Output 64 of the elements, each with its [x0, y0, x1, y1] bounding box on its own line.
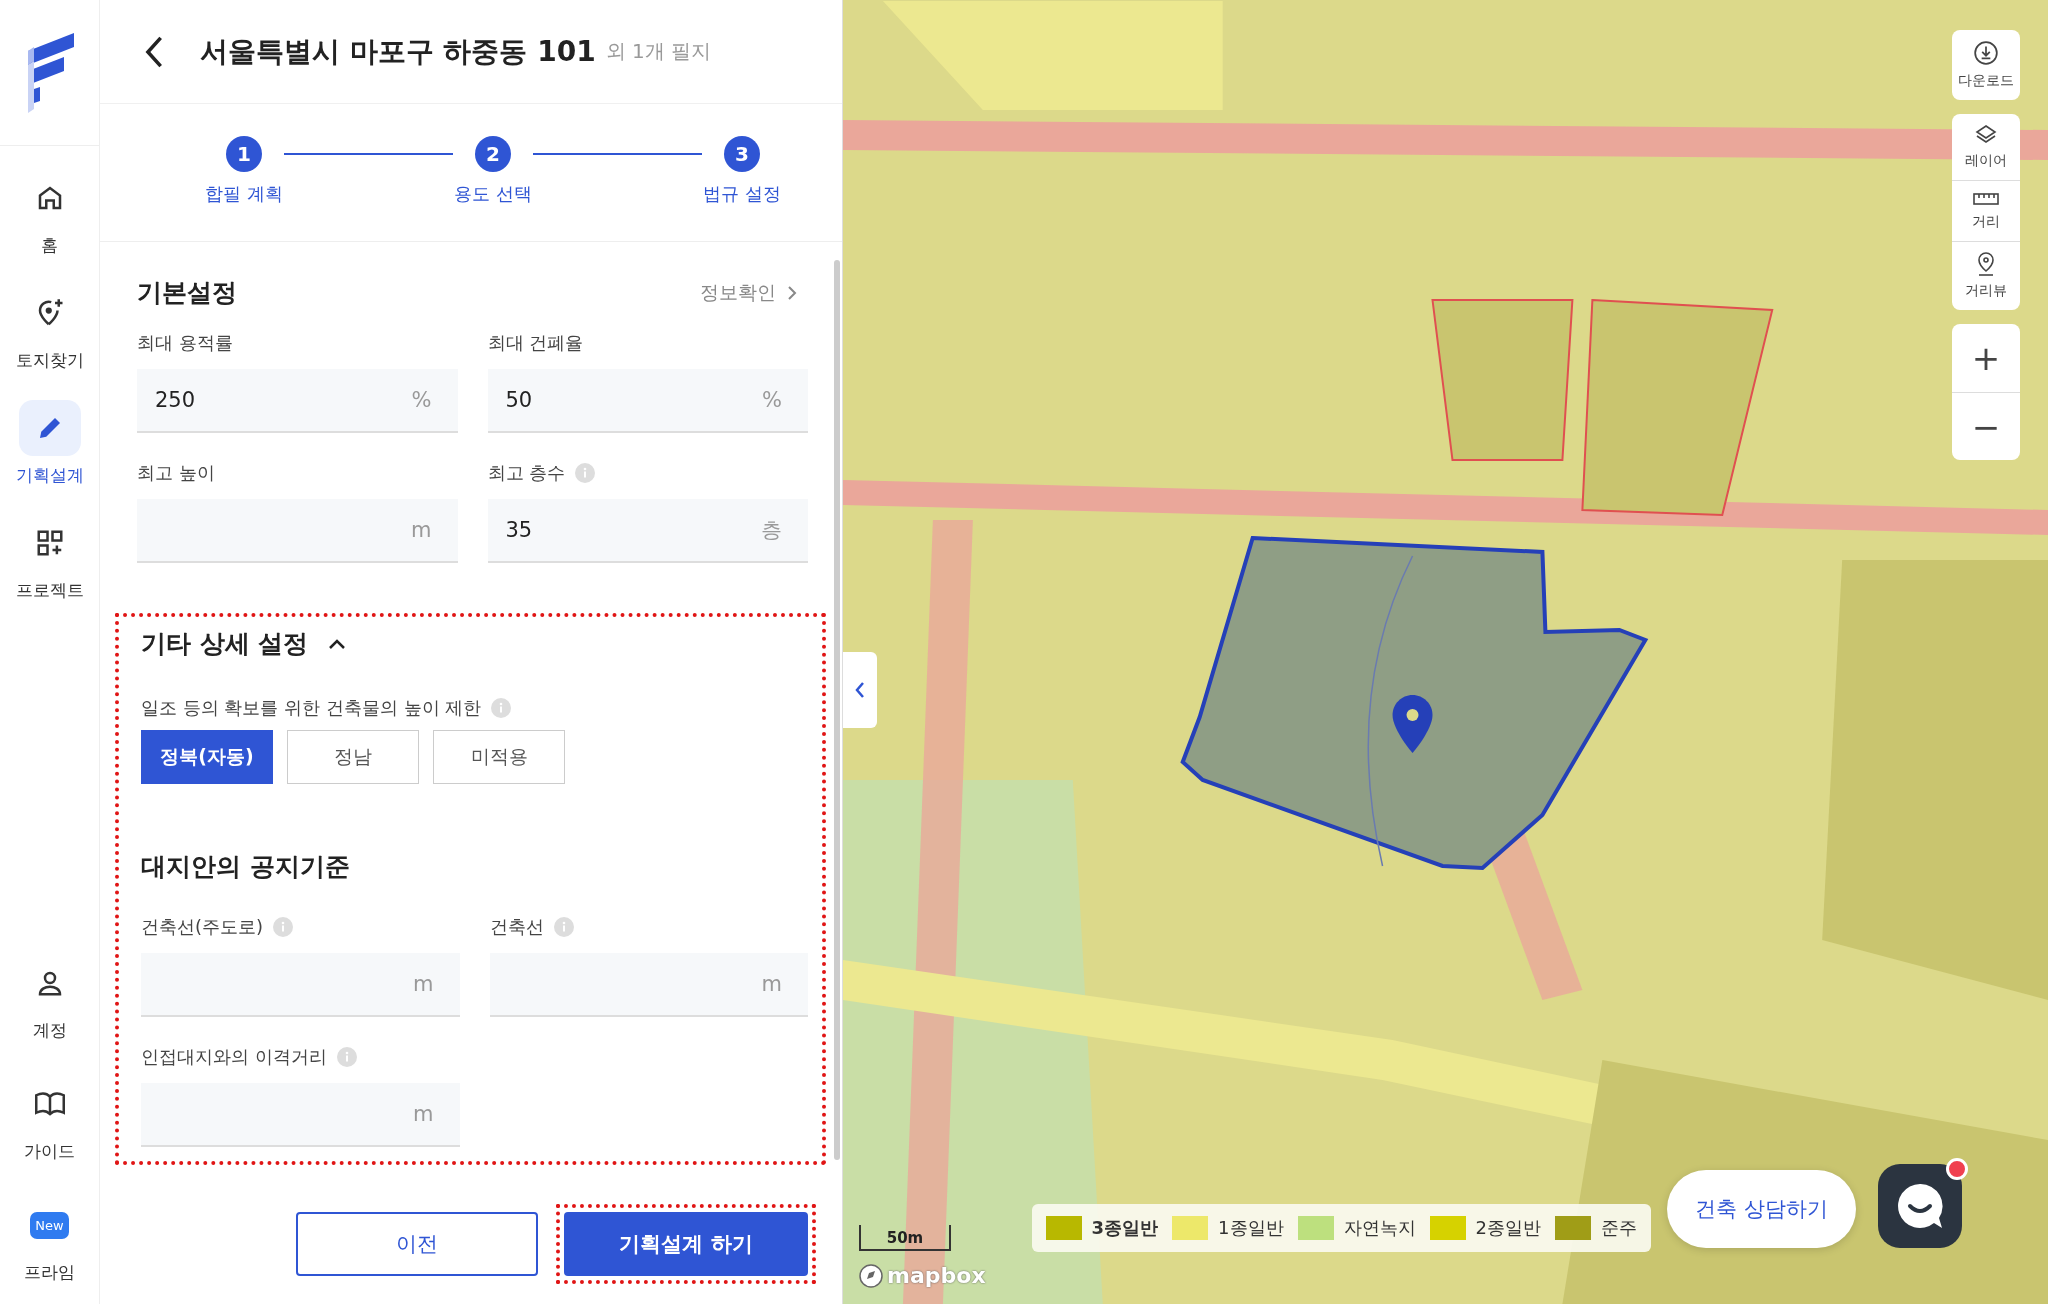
- step-label[interactable]: 용도 선택: [454, 182, 532, 206]
- info-icon[interactable]: [575, 463, 596, 483]
- field-label: 최고 높이: [137, 461, 215, 485]
- map-tool-button[interactable]: 거리: [1952, 180, 2020, 241]
- info-icon[interactable]: [553, 917, 574, 937]
- legend-label: 3종일반: [1091, 1216, 1159, 1240]
- nav-item[interactable]: 토지찾기: [11, 279, 88, 378]
- info-icon[interactable]: [273, 917, 294, 937]
- legend-label: 자연녹지: [1343, 1216, 1416, 1240]
- section-title: 기본설정: [137, 277, 237, 309]
- info-icon[interactable]: [491, 698, 512, 718]
- input-field[interactable]: 35 층: [487, 499, 808, 563]
- input-field[interactable]: 50 %: [487, 369, 808, 433]
- ruler-icon: [1973, 191, 1999, 207]
- consult-button[interactable]: 건축 상담하기: [1667, 1170, 1856, 1248]
- previous-button[interactable]: 이전: [296, 1212, 538, 1276]
- nav-item[interactable]: 계정: [14, 949, 85, 1048]
- compass-icon: [859, 1263, 883, 1288]
- nav-item[interactable]: New 프라임: [14, 1191, 85, 1290]
- collapse-toggle[interactable]: 기타 상세 설정: [141, 627, 808, 660]
- legend-label: 1종일반: [1218, 1216, 1284, 1240]
- collapse-panel-button[interactable]: [843, 652, 877, 728]
- section-title: 대지안의 공지기준: [141, 851, 351, 883]
- submit-button[interactable]: 기획설계 하기: [564, 1212, 808, 1276]
- field-label: 최대 용적률: [137, 331, 233, 355]
- step-number: 3: [724, 136, 760, 172]
- step-number: 2: [475, 136, 511, 172]
- new-badge: New: [30, 1211, 69, 1239]
- option-button[interactable]: 정남: [287, 730, 419, 784]
- input-field[interactable]: 250 %: [137, 369, 458, 433]
- download-icon: [1973, 40, 1999, 66]
- nav-item[interactable]: 기획설계: [11, 394, 88, 493]
- map-tool-button[interactable]: 레이어: [1952, 114, 2020, 180]
- zoom-in-button[interactable]: +: [1952, 324, 2020, 392]
- step-number: 1: [226, 136, 262, 172]
- chevron-left-icon: [854, 680, 866, 700]
- nav-item[interactable]: 홈: [14, 164, 85, 263]
- download-button[interactable]: 다운로드: [1952, 30, 2020, 100]
- layers-icon: [1974, 124, 1998, 146]
- map-tool-button[interactable]: 거리뷰: [1952, 241, 2020, 310]
- zoom-out-button[interactable]: −: [1952, 392, 2020, 460]
- chevron-right-icon: [786, 283, 798, 302]
- nav-item[interactable]: 가이드: [14, 1070, 85, 1169]
- map-scale: 50m: [859, 1225, 951, 1251]
- info-link[interactable]: 정보확인: [700, 279, 798, 306]
- step-label[interactable]: 법규 설정: [703, 182, 781, 206]
- scrollbar[interactable]: [834, 260, 840, 1160]
- option-button[interactable]: 정북(자동): [141, 730, 273, 784]
- page-subtitle: 외 1개 필지: [605, 38, 712, 65]
- legend-label: 2종일반: [1475, 1216, 1541, 1240]
- info-icon[interactable]: [336, 1047, 357, 1067]
- field-label: 최대 건폐율: [487, 331, 584, 355]
- field-label: 인접대지와의 이격거리: [141, 1045, 327, 1069]
- map-pin-icon: [1975, 252, 1997, 276]
- option-button[interactable]: 미적용: [433, 730, 565, 784]
- field-label: 건축선: [489, 915, 544, 939]
- legend-label: 준주: [1601, 1216, 1637, 1240]
- step-label[interactable]: 합필 계획: [205, 182, 283, 206]
- field-label: 일조 등의 확보를 위한 건축물의 높이 제한: [141, 696, 482, 720]
- page-title: 서울특별시 마포구 하중동 101: [200, 33, 596, 70]
- field-label: 최고 층수: [487, 461, 566, 485]
- field-label: 건축선(주도로): [141, 915, 264, 939]
- chat-button[interactable]: [1877, 1164, 1962, 1248]
- nav-item[interactable]: 프로젝트: [11, 509, 88, 608]
